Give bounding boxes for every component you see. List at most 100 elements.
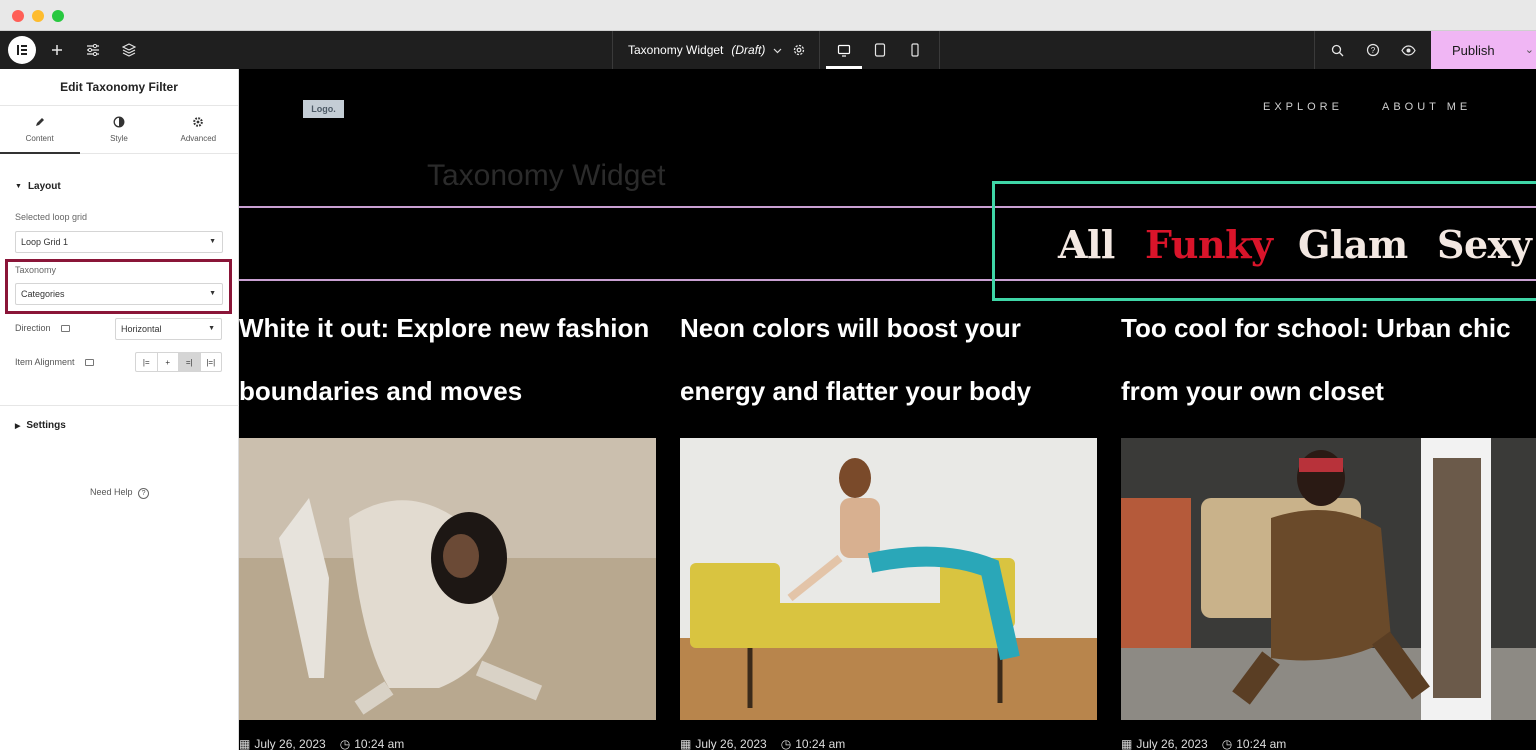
align-center-icon[interactable]: + xyxy=(158,353,179,371)
half-circle-icon xyxy=(113,116,125,130)
post-image-2[interactable] xyxy=(680,438,1097,720)
taxonomy-value: Categories xyxy=(21,289,65,299)
post-title-3[interactable]: Too cool for school: Urban chic from you… xyxy=(1121,297,1536,423)
taxonomy-item-funky[interactable]: Funky xyxy=(1145,222,1273,267)
caret-down-icon: ▼ xyxy=(208,325,215,332)
settings-section-title: Settings xyxy=(26,420,66,431)
loop-grid-value: Loop Grid 1 xyxy=(21,237,69,247)
tab-content-label: Content xyxy=(25,134,54,143)
preview-eye-icon[interactable] xyxy=(1398,31,1418,69)
taxonomy-item-sexy[interactable]: Sexy xyxy=(1437,222,1532,267)
post-date: July 26, 2023 xyxy=(695,737,767,750)
caret-down-icon: ▼ xyxy=(209,290,216,297)
mobile-icon[interactable] xyxy=(905,31,925,69)
align-start-icon[interactable]: |= xyxy=(136,353,158,371)
section-divider xyxy=(0,405,239,406)
svg-text:?: ? xyxy=(1371,46,1376,55)
taxonomy-item-glam[interactable]: Glam xyxy=(1298,222,1408,267)
toolbar-divider xyxy=(819,31,820,69)
publish-label: Publish xyxy=(1452,42,1495,58)
close-window-button[interactable] xyxy=(12,10,24,22)
chevron-down-icon xyxy=(773,43,782,57)
minimize-window-button[interactable] xyxy=(32,10,44,22)
post-time: 10:24 am xyxy=(354,737,405,750)
alignment-button-group: |= + =| |=| xyxy=(135,352,222,372)
clock-icon: ◷ xyxy=(1221,737,1233,750)
tab-style-label: Style xyxy=(110,134,128,143)
responsive-desktop-icon[interactable] xyxy=(60,324,70,332)
loop-grid-label: Selected loop grid xyxy=(15,212,88,222)
gear-icon xyxy=(192,116,204,130)
align-end-icon[interactable]: =| xyxy=(179,353,201,371)
post-title-line: boundaries and moves xyxy=(239,376,523,406)
post-title-1[interactable]: White it out: Explore new fashion bounda… xyxy=(239,297,669,423)
toolbar-divider xyxy=(1314,31,1315,69)
caret-down-icon: ▼ xyxy=(209,238,216,245)
help-icon[interactable]: ? xyxy=(1363,31,1383,69)
calendar-icon: ▦ xyxy=(680,737,692,750)
need-help-link[interactable]: Need Help ? xyxy=(0,487,239,499)
editor-panel: Edit Taxonomy Filter Content Style Advan… xyxy=(0,69,239,750)
post-time: 10:24 am xyxy=(1236,737,1287,750)
layout-section-title: Layout xyxy=(27,181,61,192)
clock-icon: ◷ xyxy=(339,737,351,750)
add-icon[interactable] xyxy=(47,31,67,69)
tab-content[interactable]: Content xyxy=(0,106,79,153)
caret-right-icon: ▶ xyxy=(15,422,21,430)
tab-style[interactable]: Style xyxy=(79,106,158,153)
taxonomy-item-all[interactable]: All xyxy=(1058,222,1115,267)
maximize-window-button[interactable] xyxy=(52,10,64,22)
desktop-icon[interactable] xyxy=(834,31,854,69)
post-date: July 26, 2023 xyxy=(254,737,326,750)
pencil-icon xyxy=(34,116,46,130)
tablet-icon[interactable] xyxy=(870,31,890,69)
responsive-desktop-icon[interactable] xyxy=(84,358,94,366)
post-image-1[interactable] xyxy=(239,438,656,720)
post-title-2[interactable]: Neon colors will boost your energy and f… xyxy=(680,297,1110,423)
document-title-dropdown[interactable]: Taxonomy Widget (Draft) xyxy=(628,31,782,69)
loop-grid-select[interactable]: Loop Grid 1 ▼ xyxy=(15,231,223,253)
post-date: July 26, 2023 xyxy=(1136,737,1208,750)
taxonomy-select[interactable]: Categories ▼ xyxy=(15,283,223,305)
direction-select[interactable]: Horizontal ▼ xyxy=(115,318,222,340)
post-meta-2: ▦ July 26, 2023 ◷ 10:24 am xyxy=(680,737,845,750)
post-image-3[interactable] xyxy=(1121,438,1536,720)
layout-section-toggle[interactable]: ▼ Layout xyxy=(15,181,61,192)
toolbar-divider xyxy=(939,31,940,69)
settings-sliders-icon[interactable] xyxy=(82,31,104,69)
site-preview-canvas: Logo. EXPLORE ABOUT ME Taxonomy Widget A… xyxy=(239,69,1536,750)
post-title-line: from your own closet xyxy=(1121,376,1384,406)
site-logo[interactable]: Logo. xyxy=(303,100,344,118)
settings-section-toggle[interactable]: ▶ Settings xyxy=(15,420,66,431)
layers-icon[interactable] xyxy=(118,31,140,69)
direction-label: Direction xyxy=(15,323,51,333)
post-time: 10:24 am xyxy=(795,737,846,750)
panel-tabs: Content Style Advanced xyxy=(0,106,238,154)
alignment-row: Item Alignment xyxy=(15,357,94,367)
post-title-line: energy and flatter your body xyxy=(680,376,1032,406)
need-help-label: Need Help xyxy=(89,487,133,497)
post-title-line: Too cool for school: Urban chic xyxy=(1121,313,1511,343)
search-icon[interactable] xyxy=(1327,31,1347,69)
help-icon: ? xyxy=(138,488,150,499)
post-meta-1: ▦ July 26, 2023 ◷ 10:24 am xyxy=(239,737,404,750)
nav-link-explore[interactable]: EXPLORE xyxy=(1263,101,1343,113)
gear-icon[interactable] xyxy=(789,31,809,69)
post-title-line: White it out: Explore new fashion xyxy=(239,313,650,343)
direction-row: Direction xyxy=(15,323,70,333)
panel-title: Edit Taxonomy Filter xyxy=(0,69,238,106)
toolbar-divider xyxy=(612,31,613,69)
post-title-line: Neon colors will boost your xyxy=(680,313,1021,343)
align-justify-icon[interactable]: |=| xyxy=(201,353,222,371)
publish-button[interactable]: Publish ⌄ xyxy=(1431,31,1536,69)
nav-link-about[interactable]: ABOUT ME xyxy=(1382,101,1471,113)
calendar-icon: ▦ xyxy=(1121,737,1133,750)
page-heading: Taxonomy Widget xyxy=(427,159,666,192)
app-window: Taxonomy Widget (Draft) ? Publish ⌄ Edit… xyxy=(0,0,1536,750)
tab-advanced[interactable]: Advanced xyxy=(159,106,238,153)
clock-icon: ◷ xyxy=(780,737,792,750)
alignment-label: Item Alignment xyxy=(15,357,75,367)
chevron-down-icon[interactable]: ⌄ xyxy=(1525,43,1534,56)
elementor-logo-icon[interactable] xyxy=(8,36,36,64)
document-title: Taxonomy Widget xyxy=(628,43,724,57)
